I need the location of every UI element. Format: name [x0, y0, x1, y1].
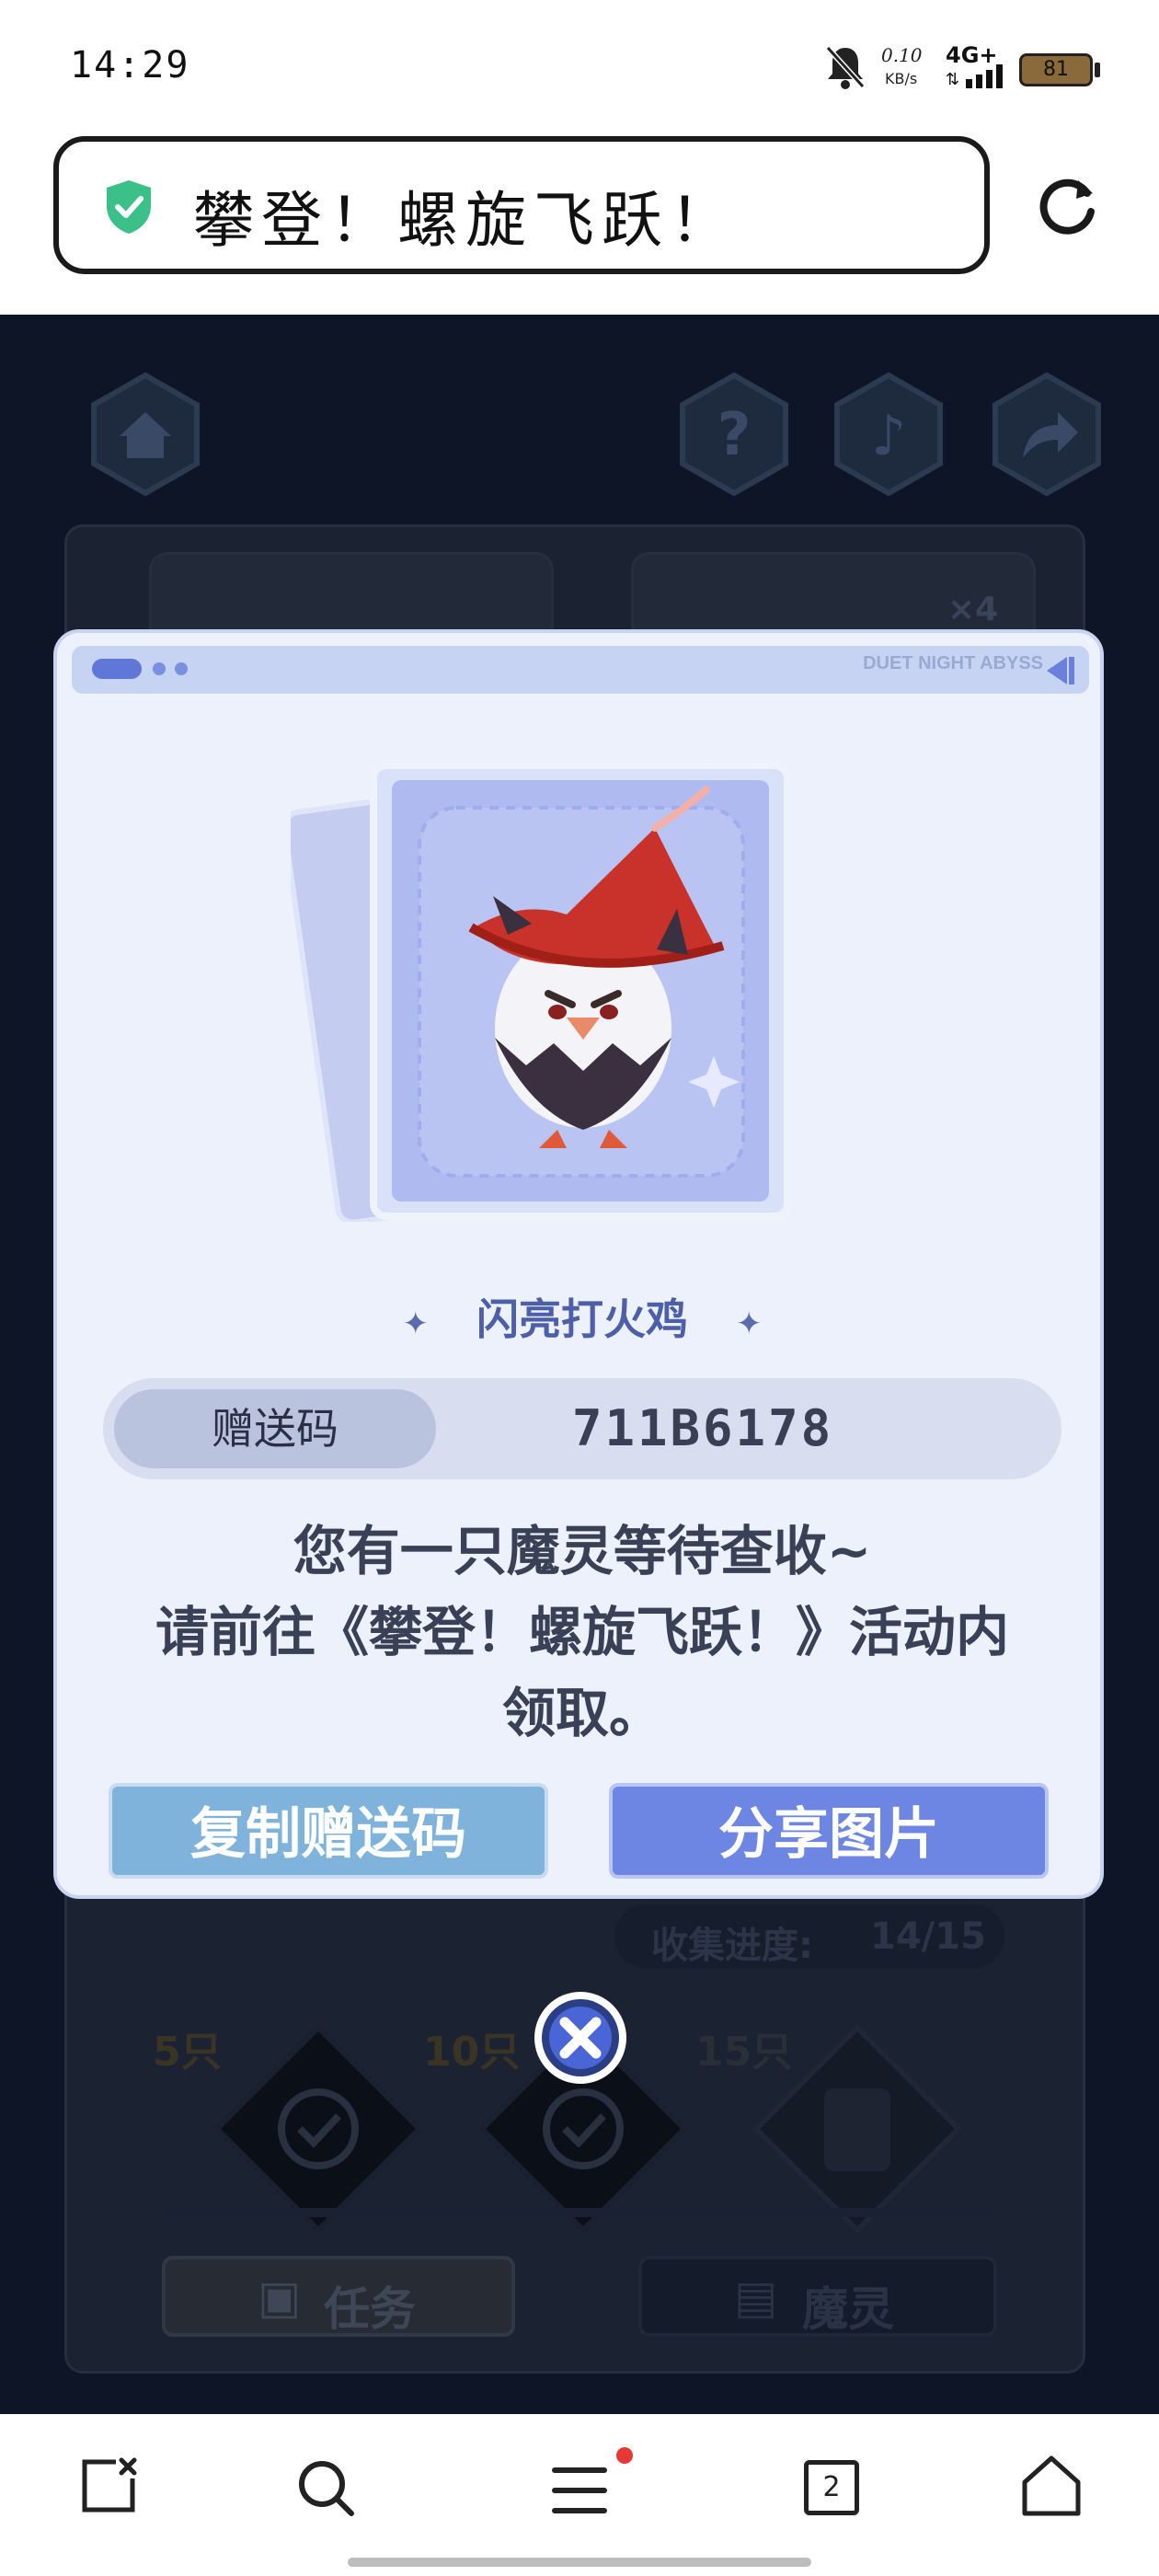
progress-value: 14/15 [870, 1915, 986, 1958]
share-image-button[interactable]: 分享图片 [609, 1783, 1049, 1879]
milestone-reward-15[interactable] [747, 2018, 968, 2239]
search-icon[interactable] [296, 2458, 355, 2517]
copy-gift-code-button[interactable]: 复制赠送码 [109, 1783, 548, 1879]
menu-icon[interactable] [550, 2466, 609, 2515]
tab-task-label: 任务 [324, 2283, 416, 2336]
help-icon[interactable]: ? [670, 370, 798, 499]
header-dot-decoration [175, 662, 188, 675]
home-icon[interactable] [1021, 2455, 1082, 2517]
refresh-icon[interactable] [1038, 175, 1100, 237]
page-title: 攀登！螺旋飞跃！ [193, 185, 738, 256]
tabs-button[interactable]: 2 [804, 2460, 859, 2515]
tab-spirit-label: 魔灵 [802, 2283, 894, 2336]
notification-dot [616, 2447, 633, 2464]
sparkle-left-icon: ✦ [402, 1305, 429, 1342]
pet-card-illustration [291, 762, 791, 1222]
sparkle-right-icon: ✦ [736, 1305, 763, 1342]
svg-text:⇅: ⇅ [946, 70, 959, 88]
tab-spirit[interactable]: ▤ 魔灵 [638, 2256, 997, 2337]
milestone-track [166, 2208, 993, 2217]
svg-text:♪: ♪ [871, 404, 906, 468]
gift-message-line2: 请前往《攀登！螺旋飞跃！》活动内 [155, 1601, 1009, 1663]
net-speed-value: 0.10 [881, 44, 923, 66]
battery-level: 81 [1043, 58, 1069, 81]
tab-task-icon: ▣ [258, 2271, 302, 2324]
header-pill-decoration [92, 659, 142, 679]
progress-label: 收集进度: [651, 1925, 813, 1967]
battery-tip [1095, 63, 1100, 77]
gift-dialog: DUET NIGHT ABYSS ✦ 闪亮打火鸡 ✦ 赠送码 711B6178 … [53, 629, 1104, 1899]
close-icon[interactable] [530, 1987, 631, 2088]
close-page-icon[interactable] [79, 2456, 138, 2515]
browser-nav-bar: 2 [0, 2414, 1159, 2576]
gift-message-line1: 您有一只魔灵等待查收~ [293, 1520, 872, 1582]
status-time: 14:29 [70, 44, 190, 86]
header-dot-decoration [153, 662, 166, 675]
share-icon[interactable] [982, 370, 1111, 499]
signal-icon: ⇅ [946, 64, 1003, 88]
tab-spirit-icon: ▤ [734, 2271, 778, 2324]
gift-code-value: 711B6178 [572, 1399, 834, 1457]
milestone-reward-5[interactable] [208, 2018, 429, 2239]
pet-name: 闪亮打火鸡 [476, 1294, 688, 1344]
header-arrow-icon [1047, 657, 1074, 684]
gift-code-label: 赠送码 [212, 1404, 339, 1454]
svg-text:?: ? [717, 401, 751, 469]
home-indicator[interactable] [348, 2558, 811, 2567]
mute-bell-icon [825, 45, 866, 89]
battery-icon: 81 [1019, 53, 1093, 86]
status-bar: 14:29 0.10 KB/s 4G+ ⇅ 81 [0, 0, 1159, 129]
multiplier-badge: ×4 [947, 591, 999, 628]
pet-name-row: ✦ 闪亮打火鸡 ✦ [57, 1286, 1100, 1347]
brand-text: DUET NIGHT ABYSS [863, 653, 1043, 673]
home-icon[interactable] [81, 370, 210, 499]
gift-message-line3: 领取。 [501, 1682, 662, 1744]
gift-message: 您有一只魔灵等待查收~ 请前往《攀登！螺旋飞跃！》活动内 领取。 [94, 1511, 1071, 1754]
music-icon[interactable]: ♪ [824, 370, 953, 499]
net-speed-unit: KB/s [885, 70, 918, 87]
shield-check-icon [107, 180, 151, 234]
tab-task[interactable]: ▣ 任务 [162, 2256, 515, 2337]
